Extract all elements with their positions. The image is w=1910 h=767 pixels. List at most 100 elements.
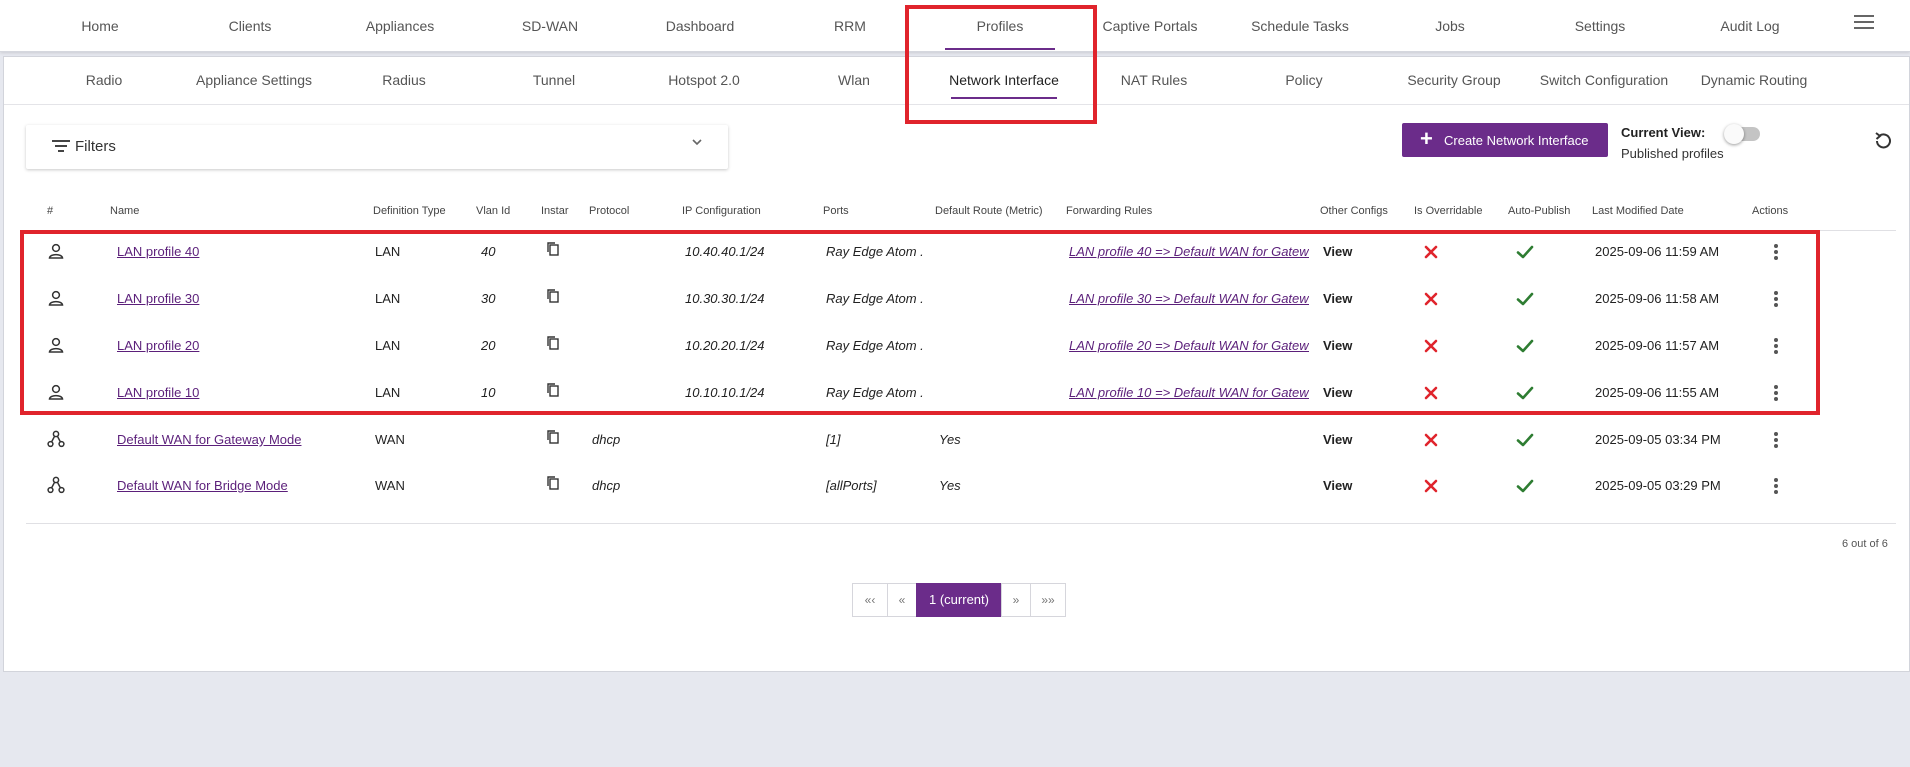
nav-tab-clients[interactable]: Clients — [175, 0, 325, 52]
copy-icon[interactable] — [546, 475, 560, 496]
ports-value: Ray Edge Atom ... — [826, 338, 923, 353]
person-icon — [47, 242, 65, 265]
refresh-icon[interactable] — [1872, 130, 1894, 152]
profile-name-link[interactable]: Default WAN for Gateway Mode — [117, 423, 357, 456]
more-actions-icon[interactable] — [1774, 338, 1778, 356]
col-last-modified-date[interactable]: Last Modified Date — [1592, 201, 1684, 221]
next-page-button[interactable]: » — [1001, 583, 1031, 617]
sub-tab-policy[interactable]: Policy — [1229, 57, 1379, 105]
current-page-button[interactable]: 1 (current) — [916, 583, 1002, 617]
filters-panel[interactable]: Filters — [26, 125, 728, 169]
sub-tab-dynamic-routing[interactable]: Dynamic Routing — [1679, 57, 1829, 105]
sub-tab-radius[interactable]: Radius — [329, 57, 479, 105]
nav-tab-dashboard[interactable]: Dashboard — [625, 0, 775, 52]
nav-tab-rrm[interactable]: RRM — [775, 0, 925, 52]
view-other-configs-link[interactable]: View — [1323, 235, 1383, 268]
check-icon — [1516, 291, 1534, 312]
table-row: Default WAN for Bridge Mode WAN dhcp [allPo… — [26, 469, 1896, 516]
profile-name-link[interactable]: LAN profile 40 — [117, 235, 357, 268]
col-other-configs[interactable]: Other Configs — [1320, 201, 1388, 221]
forwarding-rule-link[interactable]: LAN profile 20 => Default WAN for Gatewa… — [1069, 329, 1309, 362]
copy-icon[interactable] — [546, 288, 560, 309]
copy-icon[interactable] — [546, 335, 560, 356]
more-actions-icon[interactable] — [1774, 385, 1778, 403]
more-actions-icon[interactable] — [1774, 291, 1778, 309]
filters-label: Filters — [75, 138, 116, 155]
profile-name-link[interactable]: LAN profile 30 — [117, 282, 357, 315]
plus-icon: + — [1420, 126, 1433, 151]
vlan-id: 40 — [481, 244, 496, 259]
more-actions-icon[interactable] — [1774, 432, 1778, 450]
col-vlan-id[interactable]: Vlan Id — [476, 201, 510, 221]
col-forwarding-rules[interactable]: Forwarding Rules — [1066, 201, 1152, 221]
published-view-toggle[interactable] — [1724, 124, 1760, 144]
nav-tab-schedule-tasks[interactable]: Schedule Tasks — [1225, 0, 1375, 52]
col-ip-configuration[interactable]: IP Configuration — [682, 201, 761, 221]
last-page-button[interactable]: »» — [1030, 583, 1066, 617]
sub-tab-security-group[interactable]: Security Group — [1379, 57, 1529, 105]
nav-tab-settings[interactable]: Settings — [1525, 0, 1675, 52]
definition-type: LAN — [375, 244, 401, 259]
more-actions-icon[interactable] — [1774, 478, 1778, 496]
sub-tab-hotspot[interactable]: Hotspot 2.0 — [629, 57, 779, 105]
create-button-label: Create Network Interface — [1444, 132, 1589, 148]
profile-name-link[interactable]: LAN profile 20 — [117, 329, 357, 362]
col-definition-type[interactable]: Definition Type — [373, 201, 446, 221]
prev-page-button[interactable]: « — [887, 583, 917, 617]
table-header: # Name Definition Type Vlan Id Instar Pr… — [26, 201, 1896, 231]
last-modified-date: 2025-09-05 03:34 PM — [1595, 432, 1721, 447]
view-other-configs-link[interactable]: View — [1323, 376, 1383, 409]
last-modified-date: 2025-09-06 11:58 AM — [1595, 291, 1720, 306]
nav-tab-audit-log[interactable]: Audit Log — [1675, 0, 1825, 52]
definition-type: WAN — [375, 432, 405, 447]
view-other-configs-link[interactable]: View — [1323, 282, 1383, 315]
sub-tab-radio[interactable]: Radio — [29, 57, 179, 105]
create-network-interface-button[interactable]: + Create Network Interface — [1402, 123, 1608, 157]
cross-icon — [1423, 478, 1439, 499]
col-protocol[interactable]: Protocol — [589, 201, 629, 221]
cross-icon — [1423, 244, 1439, 265]
forwarding-rule-link[interactable]: LAN profile 40 => Default WAN for Gatewa… — [1069, 235, 1309, 268]
nav-tab-jobs[interactable]: Jobs — [1375, 0, 1525, 52]
col-ports[interactable]: Ports — [823, 201, 849, 221]
cross-icon — [1423, 385, 1439, 406]
nav-tab-sd-wan[interactable]: SD-WAN — [475, 0, 625, 52]
forwarding-rule-link[interactable]: LAN profile 10 => Default WAN for Gatewa… — [1069, 376, 1309, 409]
copy-icon[interactable] — [546, 382, 560, 403]
nav-tab-appliances[interactable]: Appliances — [325, 0, 475, 52]
protocol-value: dhcp — [592, 432, 621, 447]
col-instances[interactable]: Instar — [541, 201, 569, 221]
menu-icon[interactable] — [1854, 15, 1874, 29]
col-default-route[interactable]: Default Route (Metric) — [935, 201, 1043, 221]
nav-tab-captive-portals[interactable]: Captive Portals — [1075, 0, 1225, 52]
more-actions-icon[interactable] — [1774, 244, 1778, 262]
profile-name-link[interactable]: LAN profile 10 — [117, 376, 357, 409]
sub-tab-tunnel[interactable]: Tunnel — [479, 57, 629, 105]
sub-tab-nat-rules[interactable]: NAT Rules — [1079, 57, 1229, 105]
col-auto-publish[interactable]: Auto-Publish — [1508, 201, 1570, 221]
sub-tab-network-interface[interactable]: Network Interface — [929, 57, 1079, 105]
chevron-down-icon[interactable] — [690, 135, 704, 154]
view-other-configs-link[interactable]: View — [1323, 423, 1383, 456]
sub-tab-wlan[interactable]: Wlan — [779, 57, 929, 105]
copy-icon[interactable] — [546, 241, 560, 262]
table-row: LAN profile 30 LAN 30 10.30.30.1/24 Ray Edge… — [26, 282, 1896, 329]
view-other-configs-link[interactable]: View — [1323, 329, 1383, 362]
col-is-overridable[interactable]: Is Overridable — [1414, 201, 1482, 221]
first-page-button[interactable]: «‹ — [852, 583, 888, 617]
sub-tab-switch-configuration[interactable]: Switch Configuration — [1529, 57, 1679, 105]
profile-name-link[interactable]: Default WAN for Bridge Mode — [117, 469, 357, 502]
forwarding-rule-link[interactable]: LAN profile 30 => Default WAN for Gatewa… — [1069, 282, 1309, 315]
view-other-configs-link[interactable]: View — [1323, 469, 1383, 502]
copy-icon[interactable] — [546, 429, 560, 450]
table-footer-divider — [26, 523, 1896, 524]
nav-tab-home[interactable]: Home — [25, 0, 175, 52]
nav-tab-profiles[interactable]: Profiles — [925, 0, 1075, 52]
network-icon — [47, 430, 65, 453]
sub-tab-appliance-settings[interactable]: Appliance Settings — [179, 57, 329, 105]
check-icon — [1516, 244, 1534, 265]
default-route-value: Yes — [939, 478, 961, 493]
check-icon — [1516, 478, 1534, 499]
definition-type: LAN — [375, 385, 401, 400]
col-name[interactable]: Name — [110, 201, 139, 221]
